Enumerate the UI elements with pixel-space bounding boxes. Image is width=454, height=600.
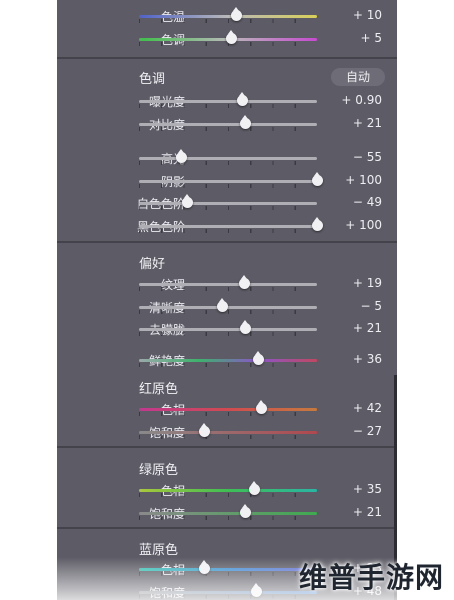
slider-value[interactable]: + 35 [353,482,382,496]
slider-ticks [139,184,317,188]
slider-ticks [139,229,317,233]
slider-value[interactable]: + 100 [345,218,382,232]
red-primary-header: 红原色 [139,382,179,397]
slider-thumb[interactable] [252,351,264,365]
slider-row: 饱和度− 27 [57,421,397,443]
slider-track[interactable] [139,328,317,331]
tone-header: 色调 [139,72,166,87]
slider-ticks [139,412,317,416]
slider-row: 黑色色阶+ 100 [57,215,397,237]
divider [57,241,397,243]
slider-ticks [139,19,317,23]
slider-thumb[interactable] [238,275,250,289]
slider-ticks [139,104,317,108]
slider-thumb[interactable] [181,194,193,208]
slider-row: 饱和度+ 21 [57,502,397,524]
slider-ticks [139,435,317,439]
slider-thumb[interactable] [311,172,323,186]
divider [57,446,397,448]
slider-ticks [139,363,317,367]
slider-value[interactable]: + 19 [353,276,382,290]
slider-row: 对比度+ 21 [57,113,397,135]
slider-ticks [139,310,317,314]
slider-track[interactable] [139,283,317,286]
slider-ticks [139,332,317,336]
slider-track[interactable] [139,225,317,228]
slider-row: 阴影+ 100 [57,170,397,192]
slider-row: 清晰度− 5 [57,296,397,318]
slider-value[interactable]: + 21 [353,321,382,335]
slider-value[interactable]: + 10 [353,8,382,22]
slider-track[interactable] [139,100,317,103]
slider-track[interactable] [139,157,317,160]
slider-row: 高光− 55 [57,147,397,169]
auto-button[interactable]: 自动 [331,68,385,86]
slider-track[interactable] [139,408,317,411]
slider-row: 曝光度+ 0.90 [57,90,397,112]
slider-value[interactable]: − 49 [353,195,382,209]
slider-row: 色调+ 5 [57,28,397,50]
blue-primary-header: 蓝原色 [139,543,179,558]
slider-track[interactable] [139,359,317,362]
slider-track[interactable] [139,180,317,183]
slider-value[interactable]: + 5 [360,31,382,45]
slider-row: 纹理+ 19 [57,273,397,295]
slider-track[interactable] [139,489,317,492]
green-primary-header: 绿原色 [139,463,179,478]
slider-track[interactable] [139,123,317,126]
slider-value[interactable]: + 36 [353,352,382,366]
slider-value[interactable]: − 5 [360,299,382,313]
slider-track[interactable] [139,512,317,515]
slider-row: 白色色阶− 49 [57,192,397,214]
slider-value[interactable]: + 21 [353,505,382,519]
slider-track[interactable] [139,15,317,18]
slider-ticks [139,127,317,131]
slider-value[interactable]: − 27 [353,424,382,438]
slider-value[interactable]: + 100 [345,173,382,187]
presence-header: 偏好 [139,257,166,272]
slider-ticks [139,161,317,165]
slider-ticks [139,493,317,497]
slider-track[interactable] [139,431,317,434]
divider [57,57,397,59]
slider-value[interactable]: + 0.90 [341,93,382,107]
slider-ticks [139,206,317,210]
slider-value[interactable]: + 21 [353,116,382,130]
slider-ticks [139,287,317,291]
slider-value[interactable]: + 42 [353,401,382,415]
slider-thumb[interactable] [226,30,238,44]
slider-row: 色温+ 10 [57,5,397,27]
slider-thumb[interactable] [311,217,323,231]
divider [57,527,397,529]
slider-value[interactable]: − 55 [353,150,382,164]
slider-row: 色相+ 42 [57,398,397,420]
slider-row: 色相+ 35 [57,479,397,501]
slider-row: 鲜艳度+ 36 [57,349,397,371]
slider-track[interactable] [139,202,317,205]
slider-thumb[interactable] [236,92,248,106]
develop-panel: 色温+ 10色调+ 5 色调 自动 曝光度+ 0.90对比度+ 21 高光− 55… [57,0,397,600]
slider-row: 去朦胧+ 21 [57,318,397,340]
watermark-text: 维普手游网 [298,561,444,594]
slider-ticks [139,516,317,520]
